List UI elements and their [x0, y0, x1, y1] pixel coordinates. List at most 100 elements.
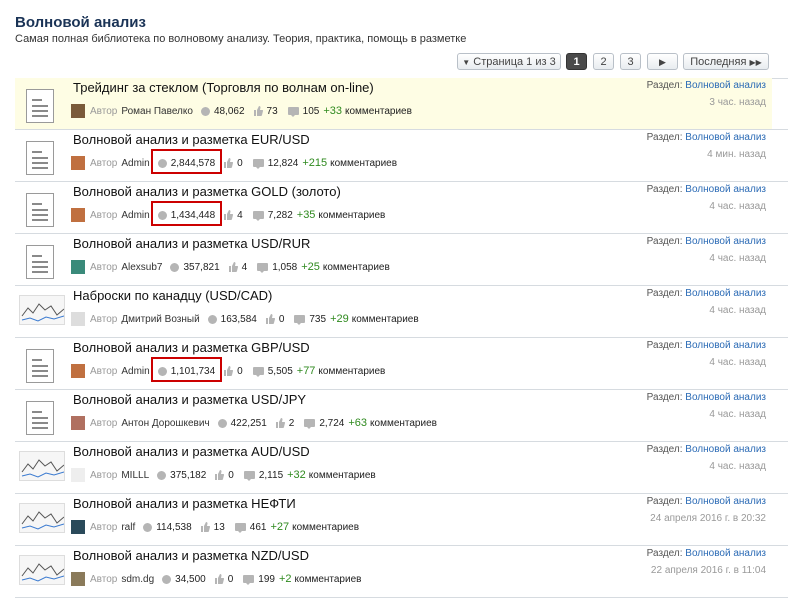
document-line	[32, 157, 48, 159]
topic-section: Раздел: Волновой анализ	[647, 392, 766, 403]
last-page-button[interactable]: Последняя ▶▶	[683, 53, 769, 70]
topic-row[interactable]: Волновой анализ и разметка GBP/USD Автор A…	[15, 338, 772, 389]
author-name-link[interactable]: Alexsub7	[121, 262, 162, 273]
thumbs-up-icon[interactable]	[223, 366, 234, 376]
topic-row[interactable]: Волновой анализ и разметка USD/JPY Автор А…	[15, 390, 772, 441]
chart-preview	[19, 503, 65, 533]
page-select-dropdown[interactable]: ▼ Страница 1 из 3	[457, 53, 561, 70]
user-avatar[interactable]	[71, 416, 85, 430]
topic-title-link[interactable]: Наброски по канадцу (USD/CAD)	[73, 288, 272, 303]
section-link[interactable]: Волновой анализ	[685, 496, 766, 507]
author-label: Автор	[90, 210, 118, 221]
thumbs-up-icon[interactable]	[253, 106, 263, 116]
topic-time: 4 час. назад	[709, 409, 766, 420]
new-comments-count[interactable]: +215	[302, 157, 327, 169]
topic-row[interactable]: Волновой анализ и разметка AUD/USD Автор M…	[15, 442, 772, 493]
topic-row[interactable]: Наброски по канадцу (USD/CAD) Автор Дмитри…	[15, 286, 772, 337]
topic-row[interactable]: Трейдинг за стеклом (Торговля по волнам …	[15, 78, 772, 129]
user-avatar[interactable]	[71, 208, 85, 222]
author-name-link[interactable]: Admin	[121, 158, 149, 169]
views-highlight-box	[150, 201, 223, 226]
topic-title-link[interactable]: Волновой анализ и разметка USD/RUR	[73, 236, 310, 251]
user-avatar[interactable]	[71, 312, 85, 326]
author-name-link[interactable]: Антон Дорошкевич	[121, 418, 209, 429]
chart-preview-graph	[21, 303, 64, 322]
views-count: 48,062	[213, 106, 245, 117]
user-avatar[interactable]	[71, 156, 85, 170]
new-comments-count[interactable]: +63	[348, 417, 367, 429]
author-name-link[interactable]: ralf	[121, 522, 135, 533]
thumbs-up-icon[interactable]	[275, 418, 285, 428]
topic-row[interactable]: Волновой анализ и разметка НЕФТИ Автор ral…	[15, 494, 772, 545]
author-name-link[interactable]: MILLL	[121, 470, 149, 481]
document-line	[32, 209, 48, 211]
section-link[interactable]: Волновой анализ	[685, 132, 766, 143]
thumbs-up-icon[interactable]	[223, 210, 234, 220]
new-comments-count[interactable]: +77	[297, 365, 316, 377]
topic-row[interactable]: Волновой анализ и разметка GOLD (золото)…	[15, 182, 772, 233]
author-name-link[interactable]: Роман Павелко	[121, 106, 193, 117]
page-button-1[interactable]: 1	[566, 53, 587, 70]
topic-row[interactable]: Волновой анализ и разметка NZD/USD Автор s…	[15, 546, 772, 597]
thumbs-up-icon[interactable]	[228, 262, 238, 272]
user-avatar[interactable]	[71, 520, 85, 534]
topic-time: 4 час. назад	[709, 253, 766, 264]
new-comments-count[interactable]: +27	[270, 521, 289, 533]
topic-title-link[interactable]: Волновой анализ и разметка NZD/USD	[73, 548, 309, 563]
document-line	[32, 427, 48, 429]
thumbs-up-icon[interactable]	[265, 314, 275, 324]
thumbs-up-icon[interactable]	[214, 574, 224, 584]
topic-section: Раздел: Волновой анализ	[647, 496, 766, 507]
thumbs-up-icon[interactable]	[214, 470, 225, 480]
page-button-2[interactable]: 2	[593, 53, 614, 70]
comments-label: комментариев	[292, 522, 360, 533]
section-link[interactable]: Волновой анализ	[685, 392, 766, 403]
section-label: Раздел:	[646, 444, 686, 455]
user-avatar[interactable]	[71, 104, 85, 118]
thumbs-up-icon[interactable]	[223, 158, 234, 168]
section-link[interactable]: Волновой анализ	[685, 236, 766, 247]
new-comments-count[interactable]: +32	[287, 469, 306, 481]
author-name-link[interactable]: Admin	[121, 210, 149, 221]
thumbs-up-icon[interactable]	[200, 522, 210, 532]
topic-row[interactable]: Волновой анализ и разметка USD/RUR Автор A…	[15, 234, 772, 285]
new-comments-count[interactable]: +25	[301, 261, 320, 273]
comments-count: 1,058	[272, 262, 298, 273]
section-link[interactable]: Волновой анализ	[685, 548, 766, 559]
topic-title-link[interactable]: Волновой анализ и разметка AUD/USD	[73, 444, 310, 459]
next-page-button[interactable]: ▶	[647, 53, 678, 70]
last-page-label: Последняя	[690, 56, 747, 68]
new-comments-count[interactable]: +2	[279, 573, 292, 585]
topic-title-link[interactable]: Трейдинг за стеклом (Торговля по волнам …	[73, 80, 374, 95]
section-link[interactable]: Волновой анализ	[685, 288, 766, 299]
author-name-link[interactable]: Дмитрий Возный	[121, 314, 199, 325]
views-icon	[170, 263, 180, 272]
author-name-link[interactable]: Admin	[121, 366, 149, 377]
document-line	[32, 417, 48, 419]
row-divider	[15, 597, 788, 598]
section-link[interactable]: Волновой анализ	[685, 444, 766, 455]
author-name-link[interactable]: sdm.dg	[121, 574, 154, 585]
user-avatar[interactable]	[71, 364, 85, 378]
topic-title-link[interactable]: Волновой анализ и разметка EUR/USD	[73, 132, 310, 147]
page-button-3[interactable]: 3	[620, 53, 641, 70]
views-icon	[157, 471, 167, 480]
new-comments-count[interactable]: +33	[323, 105, 342, 117]
new-comments-count[interactable]: +35	[297, 209, 316, 221]
user-avatar[interactable]	[71, 572, 85, 586]
new-comments-count[interactable]: +29	[330, 313, 349, 325]
topic-title-link[interactable]: Волновой анализ и разметка GOLD (золото)	[73, 184, 341, 199]
topic-section: Раздел: Волновой анализ	[647, 340, 766, 351]
likes-count: 2	[288, 418, 295, 429]
topic-title-link[interactable]: Волновой анализ и разметка USD/JPY	[73, 392, 306, 407]
topic-title-link[interactable]: Волновой анализ и разметка GBP/USD	[73, 340, 310, 355]
topic-title-link[interactable]: Волновой анализ и разметка НЕФТИ	[73, 496, 296, 511]
document-shape	[26, 401, 54, 435]
section-link[interactable]: Волновой анализ	[685, 340, 766, 351]
section-link[interactable]: Волновой анализ	[685, 80, 766, 91]
section-link[interactable]: Волновой анализ	[685, 184, 766, 195]
likes-count: 0	[237, 158, 243, 169]
user-avatar[interactable]	[71, 468, 85, 482]
user-avatar[interactable]	[71, 260, 85, 274]
topic-row[interactable]: Волновой анализ и разметка EUR/USD Автор A…	[15, 130, 772, 181]
